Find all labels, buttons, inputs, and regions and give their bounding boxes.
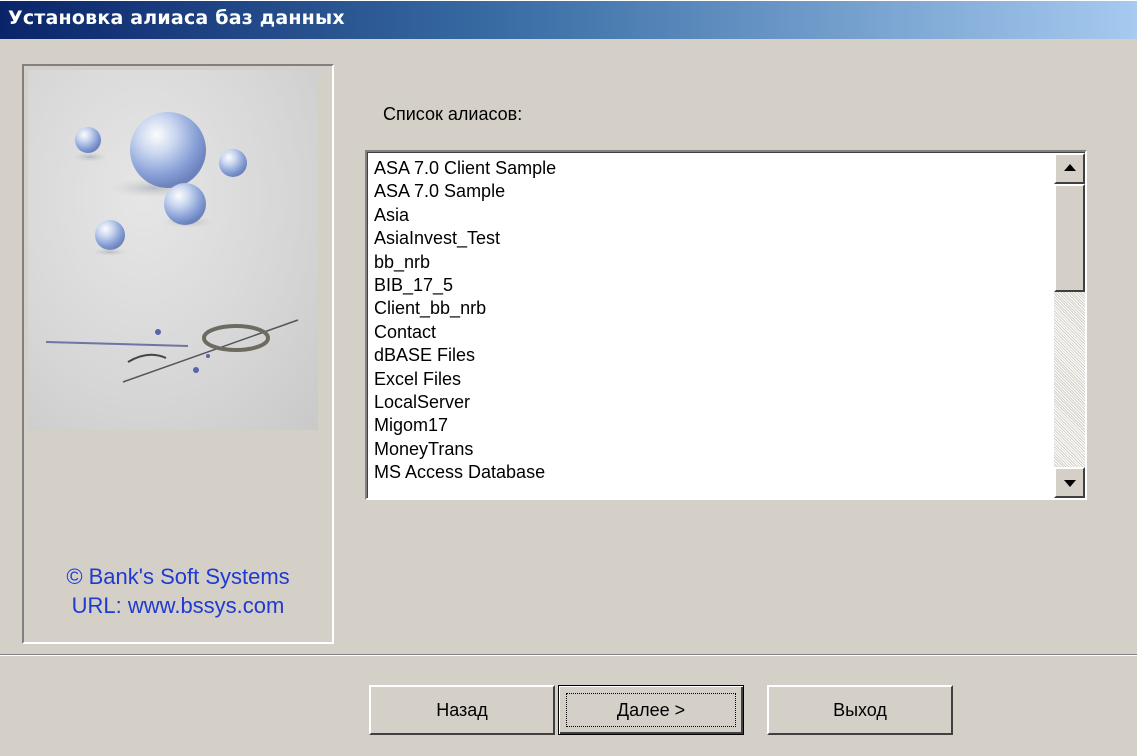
scrollbar-thumb[interactable] — [1054, 184, 1085, 292]
copyright-notice: © Bank's Soft Systems URL: www.bssys.com — [24, 562, 332, 620]
back-button-label: Назад — [436, 699, 488, 720]
list-item[interactable]: LocalServer — [374, 391, 1054, 414]
list-item[interactable]: Contact — [374, 321, 1054, 344]
vertical-scrollbar[interactable] — [1054, 153, 1085, 498]
decorative-bubbles-image — [28, 70, 318, 430]
focus-rectangle — [566, 693, 736, 727]
list-item[interactable]: AsiaInvest_Test — [374, 227, 1054, 250]
back-button[interactable]: Назад — [369, 685, 555, 735]
arrow-down-icon — [1064, 480, 1076, 487]
list-item[interactable]: Client_bb_nrb — [374, 297, 1054, 320]
branding-panel: © Bank's Soft Systems URL: www.bssys.com — [22, 64, 334, 644]
window-title: Установка алиаса баз данных — [8, 7, 345, 29]
scroll-up-button[interactable] — [1054, 153, 1085, 184]
list-item[interactable]: bb_nrb — [374, 251, 1054, 274]
aliases-listbox[interactable]: ASA 7.0 Client Sample ASA 7.0 Sample Asi… — [365, 150, 1087, 500]
list-item[interactable]: BIB_17_5 — [374, 274, 1054, 297]
arrow-up-icon — [1064, 164, 1076, 171]
list-item[interactable]: Migom17 — [374, 414, 1054, 437]
title-bar[interactable]: Установка алиаса баз данных — [0, 0, 1137, 39]
scroll-down-button[interactable] — [1054, 467, 1085, 498]
list-item[interactable]: Excel Files — [374, 368, 1054, 391]
exit-button[interactable]: Выход — [767, 685, 953, 735]
list-item[interactable]: MS Access Database — [374, 461, 1054, 484]
list-item[interactable]: Asia — [374, 204, 1054, 227]
bubbles-illustration — [45, 112, 299, 383]
list-item[interactable]: dBASE Files — [374, 344, 1054, 367]
setup-alias-dialog: Установка алиаса баз данных © Bank's Sof… — [0, 0, 1137, 756]
copyright-url: URL: www.bssys.com — [71, 593, 285, 618]
list-item[interactable]: ASA 7.0 Sample — [374, 180, 1054, 203]
next-button[interactable]: Далее > — [558, 685, 744, 735]
copyright-company: © Bank's Soft Systems — [66, 564, 290, 589]
list-item[interactable]: ASA 7.0 Client Sample — [374, 157, 1054, 180]
aliases-list[interactable]: ASA 7.0 Client Sample ASA 7.0 Sample Asi… — [374, 157, 1054, 485]
exit-button-label: Выход — [833, 699, 887, 720]
list-item[interactable]: MoneyTrans — [374, 438, 1054, 461]
aliases-list-label: Список алиасов: — [383, 104, 523, 124]
footer-divider — [0, 654, 1137, 656]
